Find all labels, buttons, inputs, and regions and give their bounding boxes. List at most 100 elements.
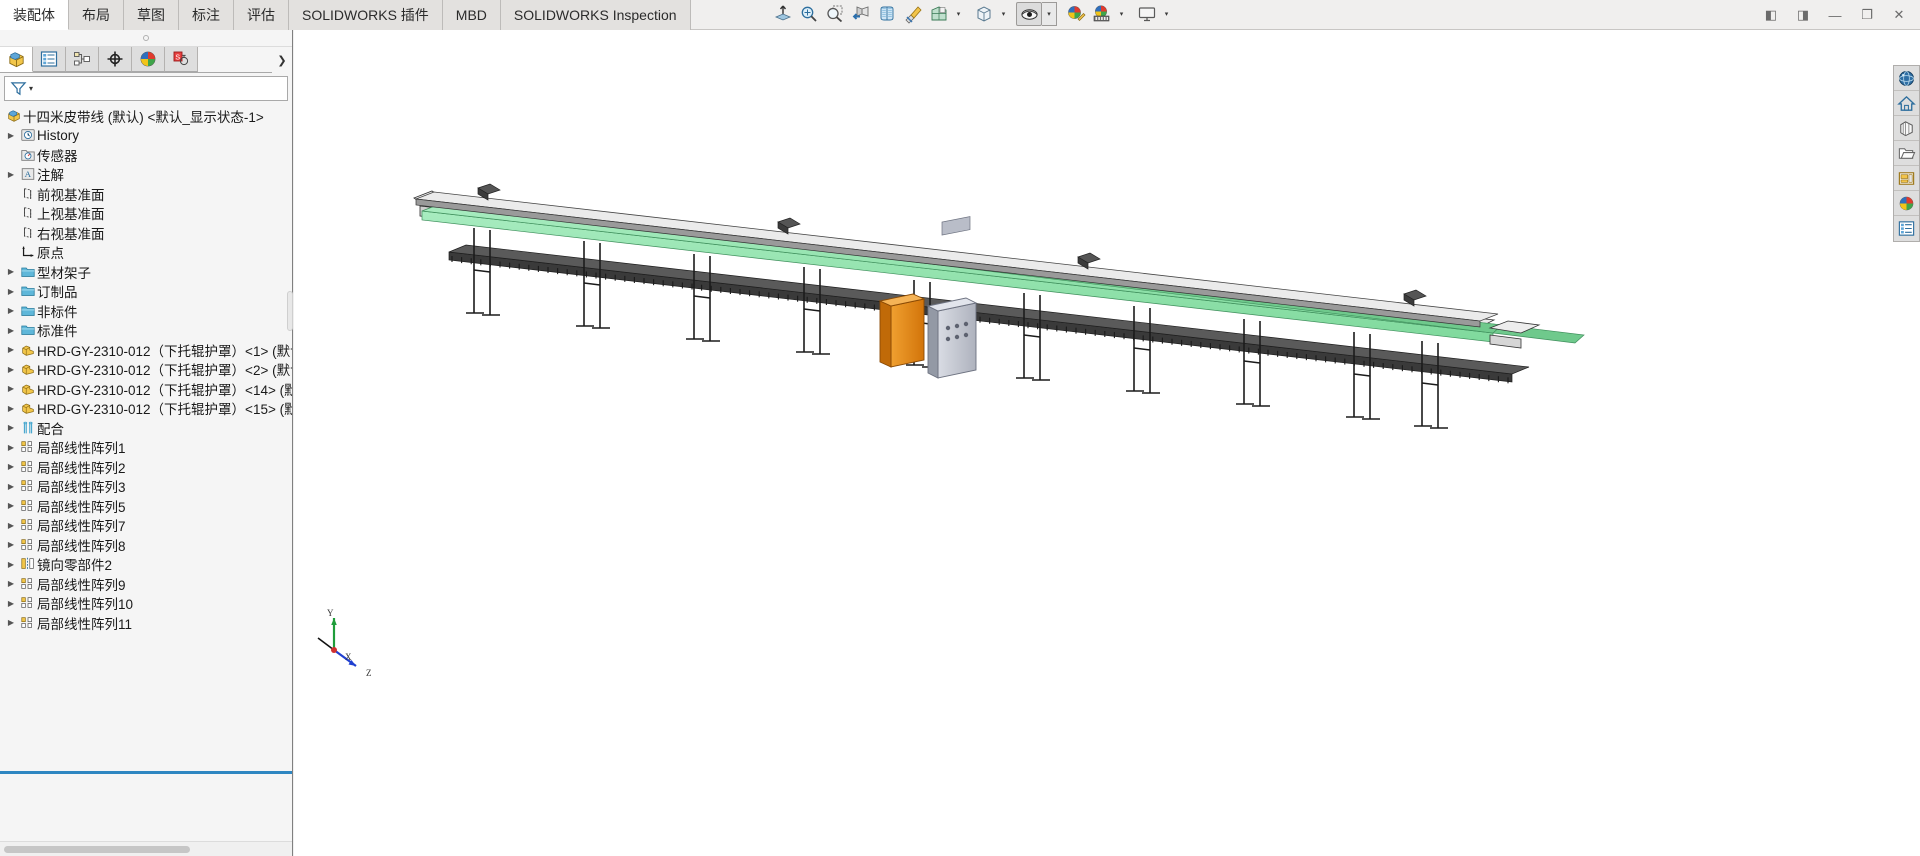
tree-expand-arrow-icon[interactable]: ▶ bbox=[4, 267, 18, 276]
tree-expand-arrow-icon[interactable]: ▶ bbox=[4, 404, 18, 413]
display-monitor-caret-icon[interactable]: ▾ bbox=[1160, 1, 1173, 27]
view-orientation-globe-icon[interactable] bbox=[1894, 66, 1919, 91]
configuration-manager-tab[interactable] bbox=[66, 47, 99, 72]
tree-item[interactable]: ▶ 原点 bbox=[0, 243, 292, 263]
tree-expand-arrow-icon[interactable]: ▶ bbox=[4, 482, 18, 491]
tree-item[interactable]: ▶ 局部线性阵列3 bbox=[0, 477, 292, 497]
appearances-library-icon[interactable] bbox=[1894, 116, 1919, 141]
tree-expand-arrow-icon[interactable]: ▶ bbox=[4, 345, 18, 354]
view-settings-caret-icon[interactable]: ▾ bbox=[1042, 2, 1057, 26]
view-setting-photo-caret-icon[interactable]: ▾ bbox=[1115, 1, 1128, 27]
feature-manager-more-tabs[interactable]: ❯ bbox=[272, 47, 292, 73]
edit-appearance-icon[interactable] bbox=[971, 1, 997, 27]
tree-item[interactable]: ▶ History bbox=[0, 126, 292, 146]
edit-appearance-caret-icon[interactable]: ▾ bbox=[997, 1, 1010, 27]
tree-item[interactable]: ▶ 局部线性阵列7 bbox=[0, 516, 292, 536]
tree-expand-arrow-icon[interactable]: ▶ bbox=[4, 170, 18, 179]
tree-item[interactable]: ▶ 非标件 bbox=[0, 301, 292, 321]
tree-item[interactable]: ▶ 传感器 bbox=[0, 145, 292, 165]
tree-item[interactable]: ▶十四米皮带线 (默认) <默认_显示状态-1> bbox=[0, 106, 292, 126]
ribbon-tab-7[interactable]: SOLIDWORKS Inspection bbox=[500, 0, 691, 30]
view-setting-photo-icon[interactable] bbox=[1089, 1, 1115, 27]
view-orientation-icon[interactable] bbox=[848, 1, 874, 27]
tree-item[interactable]: ▶ 局部线性阵列9 bbox=[0, 574, 292, 594]
tree-item[interactable]: ▶ 订制品 bbox=[0, 282, 292, 302]
feature-tree-horizontal-scrollbar[interactable] bbox=[0, 841, 292, 856]
ribbon-tab-2[interactable]: 草图 bbox=[124, 0, 179, 30]
ribbon-tab-1[interactable]: 布局 bbox=[69, 0, 124, 30]
tree-expand-arrow-icon[interactable]: ▶ bbox=[4, 501, 18, 510]
tree-item[interactable]: ▶ 配合 bbox=[0, 418, 292, 438]
tree-expand-arrow-icon[interactable]: ▶ bbox=[4, 579, 18, 588]
zoom-to-fit-icon[interactable] bbox=[796, 1, 822, 27]
feature-tree[interactable]: ▶十四米皮带线 (默认) <默认_显示状态-1>▶History▶传感器▶A注解… bbox=[0, 106, 292, 771]
view-settings-icon[interactable] bbox=[1016, 2, 1042, 26]
tree-expand-arrow-icon[interactable]: ▶ bbox=[4, 618, 18, 627]
tree-expand-arrow-icon[interactable]: ▶ bbox=[4, 462, 18, 471]
tree-expand-arrow-icon[interactable]: ▶ bbox=[4, 287, 18, 296]
tree-expand-arrow-icon[interactable]: ▶ bbox=[4, 599, 18, 608]
tree-item[interactable]: ▶ HRD-GY-2310-012（下托辊护罩）<15> (默i bbox=[0, 399, 292, 419]
home-icon[interactable] bbox=[1894, 91, 1919, 116]
tree-expand-arrow-icon[interactable]: ▶ bbox=[4, 326, 18, 335]
display-pane-icon[interactable] bbox=[1894, 216, 1919, 241]
addins-manager-tab[interactable]: S bbox=[165, 47, 198, 72]
feature-tree-scrollbar[interactable] bbox=[287, 291, 293, 331]
ribbon-tab-5[interactable]: SOLIDWORKS 插件 bbox=[289, 0, 443, 30]
tree-item[interactable]: ▶ 局部线性阵列2 bbox=[0, 457, 292, 477]
minimize-icon[interactable]: — bbox=[1826, 6, 1844, 24]
zoom-to-area-icon[interactable] bbox=[822, 1, 848, 27]
tree-item[interactable]: ▶ HRD-GY-2310-012（下托辊护罩）<2> (默认 bbox=[0, 360, 292, 380]
apply-scene-icon[interactable] bbox=[900, 1, 926, 27]
tree-expand-arrow-icon[interactable]: ▶ bbox=[4, 560, 18, 569]
custom-properties-icon[interactable] bbox=[1894, 166, 1919, 191]
tree-item[interactable]: ▶ 局部线性阵列10 bbox=[0, 594, 292, 614]
dimxpert-manager-tab[interactable] bbox=[99, 47, 132, 72]
tree-expand-arrow-icon[interactable]: ▶ bbox=[4, 306, 18, 315]
feature-tree-filter[interactable]: ▾ bbox=[4, 76, 288, 101]
restore-right-icon[interactable]: ◨ bbox=[1794, 6, 1812, 24]
tree-item[interactable]: ▶ HRD-GY-2310-012（下托辊护罩）<1> (默认 bbox=[0, 340, 292, 360]
tree-item[interactable]: ▶ 镜向零部件2 bbox=[0, 555, 292, 575]
open-folder-icon[interactable] bbox=[1894, 141, 1919, 166]
tree-expand-arrow-icon[interactable]: ▶ bbox=[4, 384, 18, 393]
feature-tree-tab[interactable] bbox=[0, 47, 33, 72]
panel-splitter-handle[interactable] bbox=[0, 30, 292, 47]
tree-expand-arrow-icon[interactable]: ▶ bbox=[4, 443, 18, 452]
tree-expand-arrow-icon[interactable]: ▶ bbox=[4, 540, 18, 549]
ribbon-tab-6[interactable]: MBD bbox=[442, 0, 501, 30]
tree-item[interactable]: ▶ 局部线性阵列1 bbox=[0, 438, 292, 458]
tree-item[interactable]: ▶ 标准件 bbox=[0, 321, 292, 341]
apply-scene-ball-icon[interactable] bbox=[1063, 1, 1089, 27]
hide-show-items-caret-icon[interactable]: ▾ bbox=[952, 1, 965, 27]
tree-item[interactable]: ▶ 局部线性阵列11 bbox=[0, 613, 292, 633]
section-view-icon[interactable] bbox=[770, 1, 796, 27]
tree-expand-arrow-icon[interactable]: ▶ bbox=[4, 521, 18, 530]
ribbon-tab-4[interactable]: 评估 bbox=[234, 0, 289, 30]
tree-item[interactable]: ▶ 型材架子 bbox=[0, 262, 292, 282]
tree-item[interactable]: ▶ 右视基准面 bbox=[0, 223, 292, 243]
property-manager-tab[interactable] bbox=[33, 47, 66, 72]
tree-expand-arrow-icon[interactable]: ▶ bbox=[4, 365, 18, 374]
tree-item[interactable]: ▶ HRD-GY-2310-012（下托辊护罩）<14> (默i bbox=[0, 379, 292, 399]
restore-down-icon[interactable]: ❐ bbox=[1858, 6, 1876, 24]
close-icon[interactable]: ✕ bbox=[1890, 6, 1908, 24]
appearance-ball-icon[interactable] bbox=[1894, 191, 1919, 216]
ribbon-tab-3[interactable]: 标注 bbox=[179, 0, 234, 30]
display-monitor-icon[interactable] bbox=[1134, 1, 1160, 27]
tree-expand-arrow-icon[interactable]: ▶ bbox=[4, 423, 18, 432]
tree-item[interactable]: ▶ 局部线性阵列5 bbox=[0, 496, 292, 516]
tree-expand-arrow-icon[interactable]: ▶ bbox=[4, 131, 18, 140]
graphics-viewport[interactable]: Y X Z bbox=[294, 30, 1920, 856]
hide-show-items-icon[interactable] bbox=[926, 1, 952, 27]
tree-item[interactable]: ▶ 前视基准面 bbox=[0, 184, 292, 204]
horizontal-scroll-thumb[interactable] bbox=[4, 846, 190, 853]
restore-left-icon[interactable]: ◧ bbox=[1762, 6, 1780, 24]
ribbon-tab-0[interactable]: 装配体 bbox=[0, 0, 69, 30]
tree-item[interactable]: ▶ A 注解 bbox=[0, 165, 292, 185]
display-style-icon[interactable] bbox=[874, 1, 900, 27]
display-manager-tab[interactable] bbox=[132, 47, 165, 72]
tree-item[interactable]: ▶ 局部线性阵列8 bbox=[0, 535, 292, 555]
tree-item[interactable]: ▶ 上视基准面 bbox=[0, 204, 292, 224]
filter-caret-icon[interactable]: ▾ bbox=[29, 84, 33, 93]
